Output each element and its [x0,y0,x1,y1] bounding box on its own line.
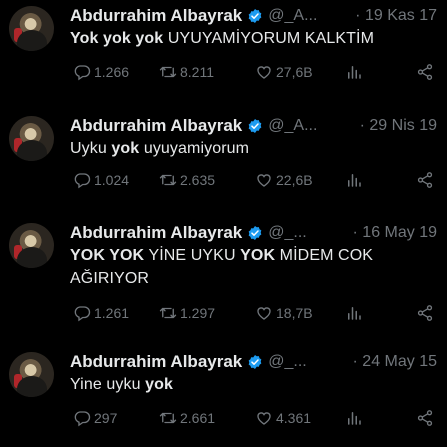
retweet-count: 2.635 [180,172,216,188]
author-name[interactable]: Abdurrahim Albayrak [70,223,242,243]
like-count: 18,7B [276,305,313,321]
verified-badge-icon [248,355,262,369]
views-icon [348,307,361,320]
tweet-text-segment: uyuyamiyorum [139,140,250,157]
tweet-text: Yok yok yok UYUYAMİYORUM KALKTİM [70,27,425,50]
verified-badge-icon [248,226,262,240]
author-handle[interactable]: @_... [268,353,306,371]
retweet-icon [159,307,177,319]
tweet-header: Abdurrahim Albayrak @_... · 24 May 15 [70,350,437,374]
avatar[interactable] [9,223,54,268]
verified-badge-icon [248,9,262,23]
avatar-figure [17,140,47,161]
avatar-figure [17,247,47,268]
views-icon [348,66,361,79]
tweet-actions: 1.024 2.635 22,6B [73,169,437,191]
like-count: 27,6B [276,64,313,80]
highlighted-word: Yok yok yok [70,30,164,47]
retweet-icon [159,66,177,78]
tweet-actions: 297 2.661 4.361 [73,407,437,429]
reply-button[interactable]: 297 [73,409,159,427]
views-button[interactable] [345,409,405,427]
tweet-text-segment: Yine uyku [70,376,146,393]
retweet-button[interactable]: 8.211 [159,63,255,81]
tweet-text: YOK YOK YİNE UYKU YOK MİDEM COK AĞIRIYOR [70,244,425,290]
share-button[interactable] [416,63,437,81]
views-icon [348,412,361,425]
avatar[interactable] [9,6,54,51]
share-button[interactable] [416,171,437,189]
highlighted-word: YOK [240,247,276,264]
share-button[interactable] [416,304,437,322]
tweet-header: Abdurrahim Albayrak @_... · 16 May 19 [70,221,437,245]
author-name[interactable]: Abdurrahim Albayrak [70,6,242,26]
tweet-text-segment: UYUYAMİYORUM KALKTİM [163,30,375,47]
tweet-text: Uyku yok uyuyamiyorum [70,137,425,160]
like-button[interactable]: 22,6B [255,171,345,189]
tweet-text-segment: YİNE UYKU [144,247,241,264]
retweet-count: 1.297 [180,305,216,321]
like-count: 22,6B [276,172,313,188]
retweet-icon [159,412,177,424]
avatar[interactable] [9,116,54,161]
author-handle[interactable]: @_... [268,224,306,242]
reply-count: 1.266 [94,64,130,80]
tweet-date[interactable]: · 19 Kas 17 [355,7,437,25]
tweet-text: Yine uyku yok [70,373,425,396]
retweet-icon [159,174,177,186]
author-name[interactable]: Abdurrahim Albayrak [70,352,242,372]
share-icon [417,64,433,80]
like-count: 4.361 [276,410,312,426]
reply-icon [74,65,91,81]
retweet-button[interactable]: 2.661 [159,409,255,427]
heart-icon [257,174,271,187]
retweet-button[interactable]: 1.297 [159,304,255,322]
like-button[interactable]: 18,7B [255,304,345,322]
tweet-date[interactable]: · 29 Nis 19 [360,117,437,135]
highlighted-word: yok [111,140,140,157]
tweet-date[interactable]: · 24 May 15 [353,353,437,371]
tweet-text-segment: Uyku [70,140,112,157]
retweet-count: 8.211 [180,64,214,80]
reply-button[interactable]: 1.024 [73,171,159,189]
heart-icon [257,307,271,320]
avatar[interactable] [9,352,54,397]
reply-icon [74,411,91,427]
heart-icon [257,66,271,79]
views-button[interactable] [345,171,405,189]
share-icon [417,172,433,188]
reply-count: 1.261 [94,305,130,321]
share-button[interactable] [416,409,437,427]
author-handle[interactable]: @_A... [268,117,317,135]
reply-button[interactable]: 1.261 [73,304,159,322]
author-handle[interactable]: @_A... [268,7,317,25]
views-button[interactable] [345,63,405,81]
highlighted-word: YOK YOK [70,247,145,264]
verified-badge-icon [248,119,262,133]
reply-count: 1.024 [94,172,130,188]
tweet-header: Abdurrahim Albayrak @_A... · 29 Nis 19 [70,114,437,138]
tweet-date[interactable]: · 16 May 19 [353,224,437,242]
tweet-actions: 1.266 8.211 27,6B [73,61,437,83]
share-icon [417,305,433,321]
tweet-header: Abdurrahim Albayrak @_A... · 19 Kas 17 [70,4,437,28]
retweet-count: 2.661 [180,410,216,426]
reply-count: 297 [94,410,118,426]
views-icon [348,174,361,187]
highlighted-word: yok [145,376,173,393]
views-button[interactable] [345,304,405,322]
like-button[interactable]: 4.361 [255,409,345,427]
like-button[interactable]: 27,6B [255,63,345,81]
share-icon [417,410,433,426]
tweet-actions: 1.261 1.297 18,7B [73,302,437,324]
avatar-figure [17,376,47,397]
reply-button[interactable]: 1.266 [73,63,159,81]
retweet-button[interactable]: 2.635 [159,171,255,189]
heart-icon [257,412,271,425]
reply-icon [74,306,91,322]
author-name[interactable]: Abdurrahim Albayrak [70,116,242,136]
reply-icon [74,173,91,189]
avatar-figure [17,30,47,51]
